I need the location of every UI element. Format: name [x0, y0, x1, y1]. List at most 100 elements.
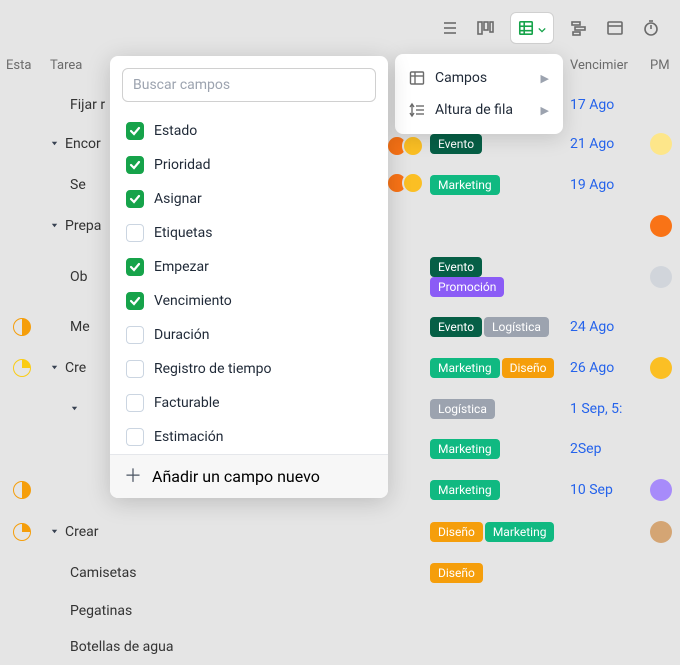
- field-checkbox[interactable]: [126, 156, 144, 174]
- table-view-submenu: Campos ▶ Altura de fila ▶: [395, 54, 563, 134]
- col-status-header[interactable]: Esta: [0, 52, 44, 87]
- tag[interactable]: Evento: [430, 134, 482, 154]
- tag[interactable]: Marketing: [430, 480, 500, 500]
- chevron-right-icon: ▶: [541, 104, 549, 117]
- status-indicator[interactable]: [13, 359, 31, 377]
- field-row[interactable]: Registro de tiempo: [122, 352, 376, 386]
- tag[interactable]: Promoción: [430, 277, 504, 297]
- field-row[interactable]: Estado: [122, 114, 376, 148]
- task-name[interactable]: Camisetas: [70, 565, 136, 581]
- field-checkbox[interactable]: [126, 360, 144, 378]
- view-toolbar: [438, 12, 662, 44]
- tag[interactable]: Logística: [430, 399, 495, 419]
- tag[interactable]: Diseño: [430, 522, 483, 542]
- expand-toggle[interactable]: [50, 524, 59, 540]
- tag[interactable]: Evento: [430, 317, 482, 337]
- table-row[interactable]: Pegatinas: [0, 593, 680, 629]
- table-view-icon[interactable]: [510, 12, 554, 44]
- status-indicator[interactable]: [13, 318, 31, 336]
- field-checkbox[interactable]: [126, 122, 144, 140]
- avatar[interactable]: [650, 266, 672, 288]
- tag[interactable]: Logística: [484, 317, 549, 337]
- status-indicator[interactable]: [13, 523, 31, 541]
- field-label: Facturable: [154, 395, 220, 411]
- task-name[interactable]: Prepa: [65, 218, 101, 234]
- avatar[interactable]: [650, 357, 672, 379]
- field-row[interactable]: Etiquetas: [122, 216, 376, 250]
- due-date[interactable]: 1 Sep, 5:: [570, 401, 622, 417]
- avatar[interactable]: [650, 521, 672, 543]
- task-name[interactable]: Encor: [65, 136, 101, 152]
- task-name[interactable]: Ob: [70, 269, 88, 285]
- field-checkbox[interactable]: [126, 224, 144, 242]
- list-view-icon[interactable]: [438, 17, 460, 39]
- field-row[interactable]: Duración: [122, 318, 376, 352]
- status-indicator[interactable]: [13, 481, 31, 499]
- submenu-altura[interactable]: Altura de fila ▶: [395, 94, 563, 126]
- add-field-button[interactable]: ＋ Añadir un campo nuevo: [110, 454, 388, 498]
- due-date[interactable]: 10 Sep: [570, 482, 613, 498]
- field-label: Duración: [154, 327, 209, 343]
- col-date-header[interactable]: Vencimier: [564, 52, 644, 87]
- expand-toggle[interactable]: [70, 401, 79, 417]
- expand-toggle[interactable]: [50, 136, 59, 152]
- field-label: Empezar: [154, 259, 209, 275]
- field-row[interactable]: Empezar: [122, 250, 376, 284]
- tag[interactable]: Marketing: [430, 439, 500, 459]
- field-checkbox[interactable]: [126, 394, 144, 412]
- due-date[interactable]: 24 Ago: [570, 319, 614, 335]
- expand-toggle[interactable]: [50, 360, 59, 376]
- task-name[interactable]: Crear: [65, 524, 99, 540]
- table-row[interactable]: Crear DiseñoMarketing: [0, 511, 680, 553]
- field-checkbox[interactable]: [126, 428, 144, 446]
- expand-toggle[interactable]: [50, 218, 59, 234]
- tag[interactable]: Marketing: [430, 358, 500, 378]
- task-name[interactable]: Fijar r: [70, 97, 105, 113]
- avatar[interactable]: [650, 479, 672, 501]
- add-field-label: Añadir un campo nuevo: [152, 467, 320, 486]
- workload-view-icon[interactable]: [604, 17, 626, 39]
- field-row[interactable]: Prioridad: [122, 148, 376, 182]
- avatar[interactable]: [650, 215, 672, 237]
- task-name[interactable]: Pegatinas: [70, 603, 132, 619]
- due-date[interactable]: 2Sep: [570, 441, 601, 457]
- task-name[interactable]: Botellas de agua: [70, 639, 173, 655]
- due-date[interactable]: 17 Ago: [570, 97, 614, 113]
- chevron-right-icon: ▶: [541, 72, 549, 85]
- search-fields-input[interactable]: [122, 68, 376, 102]
- task-name[interactable]: Cre: [65, 360, 86, 376]
- field-row[interactable]: Facturable: [122, 386, 376, 420]
- tag[interactable]: Marketing: [430, 175, 500, 195]
- timeline-view-icon[interactable]: [568, 17, 590, 39]
- field-checkbox[interactable]: [126, 258, 144, 276]
- timer-icon[interactable]: [640, 17, 662, 39]
- tag[interactable]: Diseño: [430, 563, 483, 583]
- field-row[interactable]: Estimación: [122, 420, 376, 454]
- task-name[interactable]: Se: [70, 177, 86, 193]
- field-label: Estado: [154, 123, 197, 139]
- tag[interactable]: Marketing: [485, 522, 555, 542]
- field-checkbox[interactable]: [126, 292, 144, 310]
- due-date[interactable]: 21 Ago: [570, 136, 614, 152]
- field-row[interactable]: Vencimiento: [122, 284, 376, 318]
- field-checkbox[interactable]: [126, 326, 144, 344]
- field-row[interactable]: Asignar: [122, 182, 376, 216]
- table-row[interactable]: Camisetas Diseño: [0, 553, 680, 593]
- board-view-icon[interactable]: [474, 17, 496, 39]
- task-name[interactable]: Me: [70, 319, 90, 335]
- avatar-stack: [392, 172, 424, 194]
- submenu-campos[interactable]: Campos ▶: [395, 62, 563, 94]
- fields-popover: Estado Prioridad Asignar Etiquetas Empezar Ve…: [110, 56, 388, 498]
- table-row[interactable]: Botellas de agua: [0, 629, 680, 665]
- avatar[interactable]: [650, 133, 672, 155]
- tag[interactable]: Evento: [430, 257, 482, 277]
- tag[interactable]: Diseño: [502, 358, 555, 378]
- due-date[interactable]: 19 Ago: [570, 177, 614, 193]
- field-label: Registro de tiempo: [154, 361, 272, 377]
- field-label: Vencimiento: [154, 293, 232, 309]
- chevron-down-icon: [538, 19, 546, 38]
- field-checkbox[interactable]: [126, 190, 144, 208]
- due-date[interactable]: 26 Ago: [570, 360, 614, 376]
- col-pm-header[interactable]: PM: [644, 52, 680, 87]
- field-label: Asignar: [154, 191, 202, 207]
